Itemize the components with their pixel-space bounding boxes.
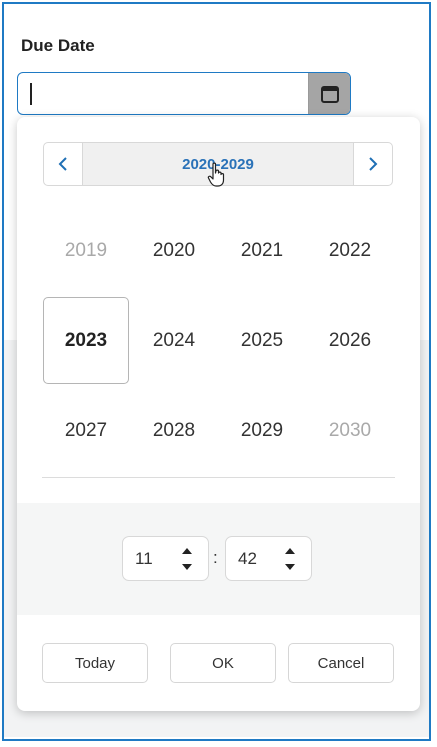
minute-value: 42	[238, 549, 257, 568]
year-cell[interactable]: 2028	[131, 387, 217, 474]
year-cell[interactable]: 2021	[219, 207, 305, 294]
ok-button[interactable]: OK	[170, 643, 276, 683]
cancel-button[interactable]: Cancel	[288, 643, 394, 683]
due-date-input[interactable]	[17, 72, 351, 115]
text-caret	[30, 83, 32, 105]
datetime-picker-popup: 2020-2029 2019 2020 2021 2022 2023 2024 …	[17, 117, 420, 711]
calendar-toggle-button[interactable]	[308, 73, 350, 114]
year-cell[interactable]: 2023	[43, 297, 129, 384]
year-cell[interactable]: 2030	[307, 387, 393, 474]
year-cell[interactable]: 2022	[307, 207, 393, 294]
up-down-arrows-icon[interactable]	[180, 545, 194, 573]
year-cell[interactable]: 2025	[219, 297, 305, 384]
next-decade-button[interactable]	[353, 143, 392, 185]
calendar-icon	[320, 85, 339, 103]
hour-value: 11	[135, 549, 153, 568]
year-cell[interactable]: 2019	[43, 207, 129, 294]
up-down-arrows-icon[interactable]	[283, 545, 297, 573]
minute-spinner[interactable]: 42	[225, 536, 312, 581]
chevron-left-icon	[58, 157, 67, 171]
time-separator: :	[213, 548, 218, 567]
year-cell[interactable]: 2026	[307, 297, 393, 384]
chevron-right-icon	[369, 157, 378, 171]
year-cell[interactable]: 2029	[219, 387, 305, 474]
due-date-label: Due Date	[21, 36, 95, 55]
hour-spinner[interactable]: 11	[122, 536, 209, 581]
year-cell[interactable]: 2024	[131, 297, 217, 384]
year-cell[interactable]: 2020	[131, 207, 217, 294]
time-picker: 11 : 42	[17, 503, 420, 615]
previous-decade-button[interactable]	[44, 143, 83, 185]
year-cell[interactable]: 2027	[43, 387, 129, 474]
hand-cursor-icon	[207, 162, 225, 187]
divider	[42, 477, 395, 478]
today-button[interactable]: Today	[42, 643, 148, 683]
